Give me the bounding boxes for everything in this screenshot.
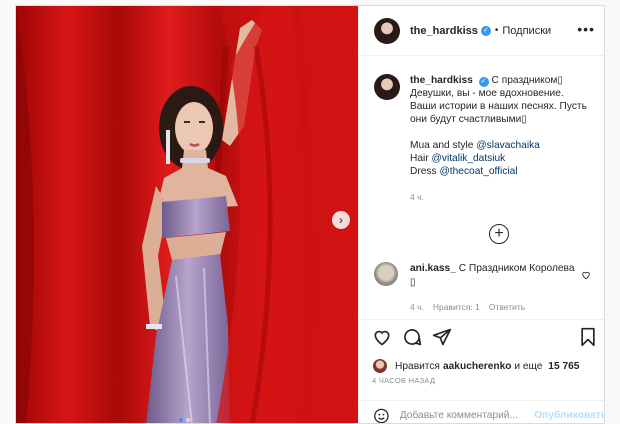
post-sidebar: the_hardkiss ✓ • Подписки ••• the_hardki… <box>358 6 604 424</box>
caption-time[interactable]: 4 ч. <box>410 191 587 204</box>
add-comment-bar: Добавьте комментарий... Опубликовать <box>359 400 604 424</box>
carousel-dot <box>186 418 190 422</box>
carousel-next-button[interactable]: › <box>332 211 350 229</box>
commenter-avatar[interactable] <box>374 262 398 286</box>
load-more-comments-button[interactable]: + <box>489 224 509 244</box>
more-options-icon[interactable]: ••• <box>577 22 595 36</box>
comment-item: ani.kass_ С Праздником Королева ▯ 4 ч. Н… <box>374 262 599 314</box>
share-icon[interactable] <box>431 326 453 348</box>
chevron-right-icon: › <box>339 213 343 227</box>
comment-likes[interactable]: Нравится: 1 <box>433 300 480 314</box>
author-username[interactable]: the_hardkiss <box>410 25 478 37</box>
emoji-placeholder-icon: ▯ <box>521 114 527 125</box>
carousel-dot-active <box>179 418 183 422</box>
separator-bullet: • <box>494 25 499 36</box>
comment-time[interactable]: 4 ч. <box>410 300 424 314</box>
carousel-indicator <box>179 418 190 422</box>
emoji-placeholder-icon: ▯ <box>410 277 416 288</box>
verified-badge-icon: ✓ <box>480 25 491 36</box>
comment-icon[interactable] <box>401 326 423 348</box>
comment-text: С Праздником Королева <box>458 263 575 274</box>
comment-like-heart-icon[interactable] <box>581 270 591 282</box>
photo-illustration <box>16 6 358 423</box>
caption-line-1: С праздником <box>491 75 558 86</box>
heart-icon[interactable] <box>371 326 393 348</box>
following-button[interactable]: Подписки <box>502 25 551 37</box>
post-photo[interactable]: › <box>16 6 358 423</box>
dress-link[interactable]: @thecoat_official <box>439 166 517 177</box>
emoji-placeholder-icon: ▯ <box>557 75 564 86</box>
commenter-username[interactable]: ani.kass_ <box>410 263 456 274</box>
likes-summary: Нравится aakucherenko и еще 15 765 <box>373 359 579 373</box>
verified-badge-icon: ✓ <box>478 77 489 87</box>
caption-username[interactable]: the_hardkiss <box>410 75 473 86</box>
likes-count[interactable]: 15 765 <box>548 361 579 372</box>
action-icons <box>371 326 453 348</box>
caption-avatar[interactable] <box>374 74 400 100</box>
comment-meta: 4 ч. Нравится: 1 Ответить <box>410 300 580 314</box>
comment-input[interactable]: Добавьте комментарий... <box>400 410 530 421</box>
post-card: › the_hardkiss ✓ • Подписки ••• the_hard… <box>15 5 605 424</box>
liker-avatar[interactable] <box>373 359 387 373</box>
bookmark-icon[interactable] <box>577 326 599 348</box>
plus-icon: + <box>494 225 504 242</box>
likes-middle: и еще <box>511 360 546 372</box>
post-timestamp[interactable]: 4 ЧАСОВ НАЗАД <box>372 376 435 385</box>
post-header: the_hardkiss ✓ • Подписки ••• <box>359 6 604 56</box>
caption-line-4: они будут счастливыми <box>410 114 522 125</box>
liker-username[interactable]: aakucherenko <box>443 361 512 372</box>
author-avatar[interactable] <box>374 17 400 44</box>
hair-label: Hair <box>410 153 432 164</box>
caption-line-3: Ваши истории в наших песнях. Пусть <box>410 101 587 112</box>
hair-link[interactable]: @vitalik_datsiuk <box>432 153 506 164</box>
reply-button[interactable]: Ответить <box>489 300 525 314</box>
post-caption: the_hardkiss ✓ С праздником▯ Девушки, вы… <box>374 74 599 204</box>
smile-icon[interactable] <box>373 407 390 424</box>
mua-label: Mua and style <box>410 140 477 151</box>
post-actions: Нравится aakucherenko и еще 15 765 4 ЧАС… <box>359 319 604 424</box>
publish-button[interactable]: Опубликовать <box>534 410 604 421</box>
comment-body: ani.kass_ С Праздником Королева ▯ 4 ч. Н… <box>410 262 580 314</box>
caption-line-2: Девушки, вы - мое вдохновение. <box>410 88 564 99</box>
dress-label: Dress <box>410 166 440 177</box>
mua-link[interactable]: @slavachaika <box>476 140 540 151</box>
caption-body: the_hardkiss ✓ С праздником▯ Девушки, вы… <box>410 74 587 204</box>
likes-prefix: Нравится <box>395 360 440 372</box>
